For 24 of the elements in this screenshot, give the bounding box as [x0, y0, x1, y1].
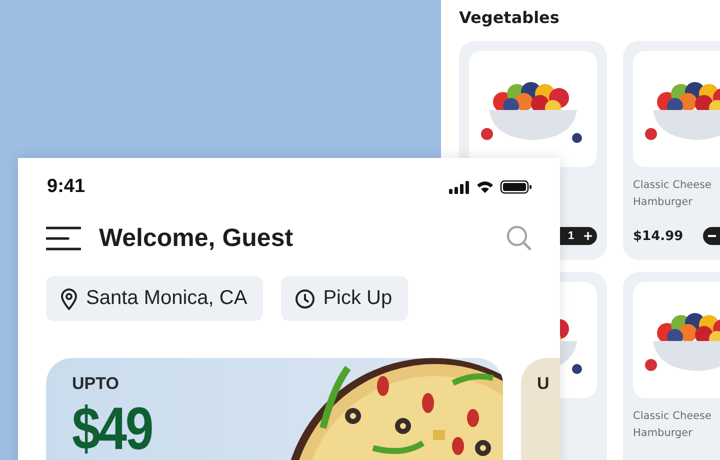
filter-chip[interactable]: Santa Monica, CA: [46, 276, 264, 321]
product-card[interactable]: Classic Cheese Hamburger: [623, 272, 720, 460]
product-name: Classic Cheese Hamburger: [633, 409, 712, 441]
promo-label: U: [537, 374, 550, 394]
promo-amount: $49: [72, 394, 152, 460]
menu-icon[interactable]: [46, 226, 81, 250]
clock-icon: [295, 288, 316, 308]
promo-card[interactable]: U: [521, 358, 560, 460]
plus-icon: [584, 232, 592, 240]
chip-label: Santa Monica, CA: [86, 287, 248, 310]
status-time: 9:41: [47, 176, 86, 198]
filter-chip[interactable]: Pick Up: [281, 276, 408, 321]
product-price: $14.99: [633, 228, 684, 244]
chip-label: Pick Up: [323, 287, 392, 310]
location-pin-icon: [60, 288, 78, 310]
quantity-value: 1: [568, 230, 574, 242]
welcome-title: Welcome, Guest: [99, 224, 294, 252]
section-title: Vegetables: [459, 8, 560, 27]
minus-icon: [708, 235, 716, 237]
promo-label: UPTO: [72, 374, 119, 394]
product-card[interactable]: Classic Cheese Hamburger $14.99: [623, 41, 720, 260]
product-name: Classic Cheese Hamburger: [633, 178, 712, 210]
quantity-stepper[interactable]: 1: [560, 227, 597, 245]
promo-card[interactable]: UPTO $49: [46, 358, 503, 460]
